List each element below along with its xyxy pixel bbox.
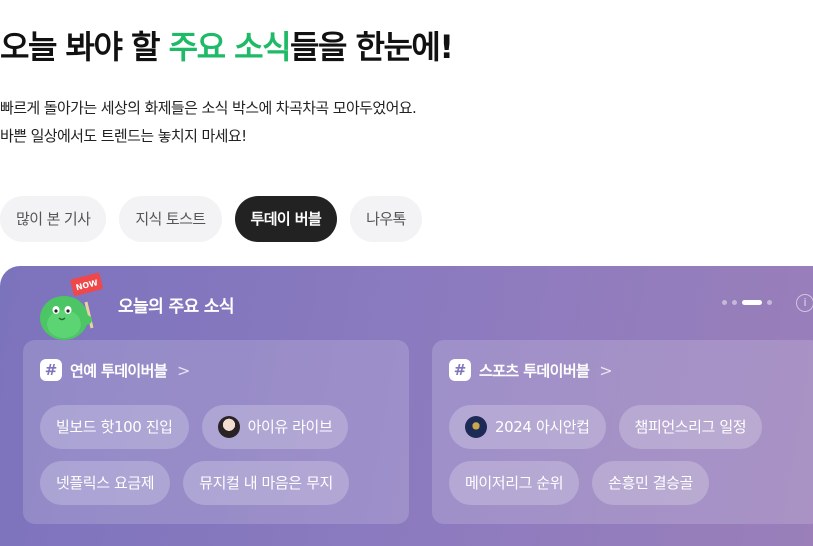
entertainment-card-header[interactable]: # 연예 투데이버블 > xyxy=(40,359,190,381)
tab-most-read[interactable]: 많이 본 기사 xyxy=(0,196,107,242)
entertainment-card-title: 연예 투데이버블 xyxy=(70,361,168,380)
entertainment-chips: 빌보드 핫100 진입 아이유 라이브 넷플릭스 요금제 뮤지컬 내 마음은 무… xyxy=(40,405,412,505)
chip-label: 빌보드 핫100 진입 xyxy=(56,418,173,436)
chip-label: 챔피언스리그 일정 xyxy=(634,418,747,436)
chip-label: 아이유 라이브 xyxy=(247,418,333,436)
topic-chip[interactable]: 메이저리그 순위 xyxy=(449,461,580,505)
mascot-icon: NOW xyxy=(40,272,103,340)
pager-dot[interactable] xyxy=(732,300,737,305)
page-description: 빠르게 돌아가는 세상의 화제들은 소식 박스에 차곡차곡 모아두었어요. 바쁜… xyxy=(0,94,417,150)
carousel-pager xyxy=(722,300,772,305)
entertainment-card: # 연예 투데이버블 > 빌보드 핫100 진입 아이유 라이브 넷플릭스 요금… xyxy=(23,340,409,524)
category-tabs: 많이 본 기사 지식 토스트 투데이 버블 나우톡 xyxy=(0,196,422,242)
sports-card-header[interactable]: # 스포츠 투데이버블 > xyxy=(449,359,613,381)
description-line-1: 빠르게 돌아가는 세상의 화제들은 소식 박스에 차곡차곡 모아두었어요. xyxy=(0,99,417,117)
pager-dot[interactable] xyxy=(767,300,772,305)
description-line-2: 바쁜 일상에서도 트렌드는 놓치지 마세요! xyxy=(0,127,247,145)
chip-label: 메이저리그 순위 xyxy=(465,474,564,492)
topic-chip[interactable]: 뮤지컬 내 마음은 무지 xyxy=(183,461,349,505)
info-icon[interactable]: i xyxy=(796,294,813,312)
page-headline: 오늘 봐야 할 주요 소식들을 한눈에! xyxy=(0,22,454,68)
news-panel: NOW 오늘의 주요 소식 i # 연예 투데이버블 > 빌보드 핫100 진입… xyxy=(0,266,813,546)
hash-icon: # xyxy=(40,359,62,381)
panel-title: 오늘의 주요 소식 xyxy=(118,297,235,317)
topic-chip[interactable]: 넷플릭스 요금제 xyxy=(40,461,171,505)
chip-label: 2024 아시안컵 xyxy=(495,418,590,436)
topic-chip[interactable]: 빌보드 핫100 진입 xyxy=(40,405,189,449)
chevron-right-icon: > xyxy=(599,360,613,380)
sports-chips: 2024 아시안컵 챔피언스리그 일정 메이저리그 순위 손흥민 결승골 xyxy=(449,405,813,505)
hash-icon: # xyxy=(449,359,471,381)
sports-card-title: 스포츠 투데이버블 xyxy=(479,361,590,380)
chip-label: 손흥민 결승골 xyxy=(608,474,693,492)
headline-text-start: 오늘 봐야 할 xyxy=(0,28,169,66)
sports-card: # 스포츠 투데이버블 > 2024 아시안컵 챔피언스리그 일정 메이저리그 … xyxy=(432,340,813,524)
pager-dot-active[interactable] xyxy=(742,300,762,305)
topic-chip[interactable]: 아이유 라이브 xyxy=(201,405,349,449)
headline-text-end: 들을 한눈에! xyxy=(290,28,454,66)
topic-chip[interactable]: 챔피언스리그 일정 xyxy=(618,405,763,449)
tab-today-bubble[interactable]: 투데이 버블 xyxy=(234,196,338,242)
chip-label: 뮤지컬 내 마음은 무지 xyxy=(199,474,333,492)
pager-dot[interactable] xyxy=(722,300,727,305)
topic-chip[interactable]: 2024 아시안컵 xyxy=(449,405,606,449)
trophy-thumbnail-icon xyxy=(465,416,487,438)
topic-chip[interactable]: 손흥민 결승골 xyxy=(592,461,709,505)
chevron-right-icon: > xyxy=(177,360,191,380)
chip-label: 넷플릭스 요금제 xyxy=(56,474,155,492)
person-thumbnail-icon xyxy=(217,416,240,438)
tab-nowtalk[interactable]: 나우톡 xyxy=(350,196,422,242)
tab-knowledge-toast[interactable]: 지식 토스트 xyxy=(119,196,222,242)
headline-highlight: 주요 소식 xyxy=(168,28,292,66)
